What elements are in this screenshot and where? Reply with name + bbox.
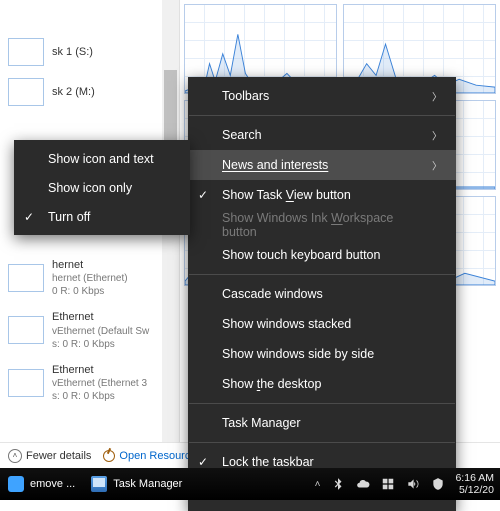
mini-graph <box>8 369 44 397</box>
submenu-turn-off[interactable]: ✓ Turn off <box>14 202 190 231</box>
menu-toolbars[interactable]: Toolbars 〉 <box>188 81 456 111</box>
fewer-details-toggle[interactable]: ˄ Fewer details <box>8 449 91 463</box>
menu-task-manager[interactable]: Task Manager <box>188 408 456 438</box>
net-sub: s: 0 R: 0 Kbps <box>52 390 147 403</box>
menu-separator <box>189 274 455 275</box>
network-icon[interactable] <box>381 477 395 491</box>
system-tray[interactable]: ˄ <box>309 477 452 491</box>
net-sub: hernet (Ethernet) <box>52 272 128 285</box>
net-sub: 0 R: 0 Kbps <box>52 285 128 298</box>
taskmgr-sidebar[interactable]: sk 1 (S:) sk 2 (M:) hernet hernet (Ether… <box>0 0 180 470</box>
disk-item[interactable]: sk 1 (S:) <box>0 32 179 72</box>
menu-stacked[interactable]: Show windows stacked <box>188 309 456 339</box>
chevron-right-icon: 〉 <box>432 158 442 173</box>
disk-item[interactable]: sk 2 (M:) <box>0 72 179 112</box>
menu-touch-keyboard[interactable]: Show touch keyboard button <box>188 240 456 270</box>
open-resource-monitor-link[interactable]: Open Resource <box>103 450 196 462</box>
menu-news-interests[interactable]: News and interests 〉 <box>188 150 456 180</box>
news-interests-submenu: Show icon and text Show icon only ✓ Turn… <box>14 140 190 235</box>
chevron-right-icon: 〉 <box>432 89 442 104</box>
network-item[interactable]: hernet hernet (Ethernet) 0 R: 0 Kbps <box>0 252 179 304</box>
menu-separator <box>189 403 455 404</box>
menu-separator <box>189 442 455 443</box>
menu-ink-workspace: Show Windows Ink Workspace button <box>188 210 456 240</box>
security-icon[interactable] <box>431 477 445 491</box>
onedrive-icon[interactable] <box>356 477 370 491</box>
disk-label: sk 2 (M:) <box>52 85 95 99</box>
mini-graph <box>8 264 44 292</box>
net-title: Ethernet <box>52 363 147 377</box>
menu-separator <box>189 115 455 116</box>
net-sub: s: 0 R: 0 Kbps <box>52 338 149 351</box>
menu-task-view[interactable]: ✓ Show Task View button <box>188 180 456 210</box>
menu-search[interactable]: Search 〉 <box>188 120 456 150</box>
taskbar-clock[interactable]: 6:16 AM 5/12/20 <box>451 472 500 496</box>
check-icon: ✓ <box>198 188 208 202</box>
submenu-icon-text[interactable]: Show icon and text <box>14 144 190 173</box>
disk-label: sk 1 (S:) <box>52 45 93 59</box>
volume-icon[interactable] <box>406 477 420 491</box>
resource-monitor-icon <box>103 450 115 462</box>
net-title: hernet <box>52 258 128 272</box>
network-item[interactable]: Ethernet vEthernet (Ethernet 3 s: 0 R: 0… <box>0 357 179 409</box>
net-title: Ethernet <box>52 310 149 324</box>
sidebar-scrollbar[interactable] <box>162 0 179 470</box>
mini-graph <box>8 38 44 66</box>
taskbar-app-taskmgr[interactable]: Task Manager <box>83 468 190 500</box>
app-icon <box>8 476 24 492</box>
task-manager-icon <box>91 476 107 492</box>
taskbar-app-remove[interactable]: emove ... <box>0 468 83 500</box>
menu-side-by-side[interactable]: Show windows side by side <box>188 339 456 369</box>
chevron-up-icon[interactable]: ˄ <box>315 479 321 490</box>
bluetooth-icon[interactable] <box>331 477 345 491</box>
taskbar[interactable]: emove ... Task Manager ˄ 6:16 AM 5/12/20 <box>0 468 500 500</box>
menu-show-desktop[interactable]: Show the desktop <box>188 369 456 399</box>
chevron-right-icon: 〉 <box>432 128 442 143</box>
taskbar-context-menu: Toolbars 〉 Search 〉 News and interests 〉… <box>188 77 456 511</box>
menu-cascade[interactable]: Cascade windows <box>188 279 456 309</box>
check-icon: ✓ <box>198 455 208 469</box>
mini-graph <box>8 316 44 344</box>
check-icon: ✓ <box>24 210 34 224</box>
network-item[interactable]: Ethernet vEthernet (Default Sw s: 0 R: 0… <box>0 304 179 356</box>
net-sub: vEthernet (Ethernet 3 <box>52 377 147 390</box>
mini-graph <box>8 78 44 106</box>
net-sub: vEthernet (Default Sw <box>52 325 149 338</box>
chevron-up-circle-icon: ˄ <box>8 449 22 463</box>
submenu-icon-only[interactable]: Show icon only <box>14 173 190 202</box>
